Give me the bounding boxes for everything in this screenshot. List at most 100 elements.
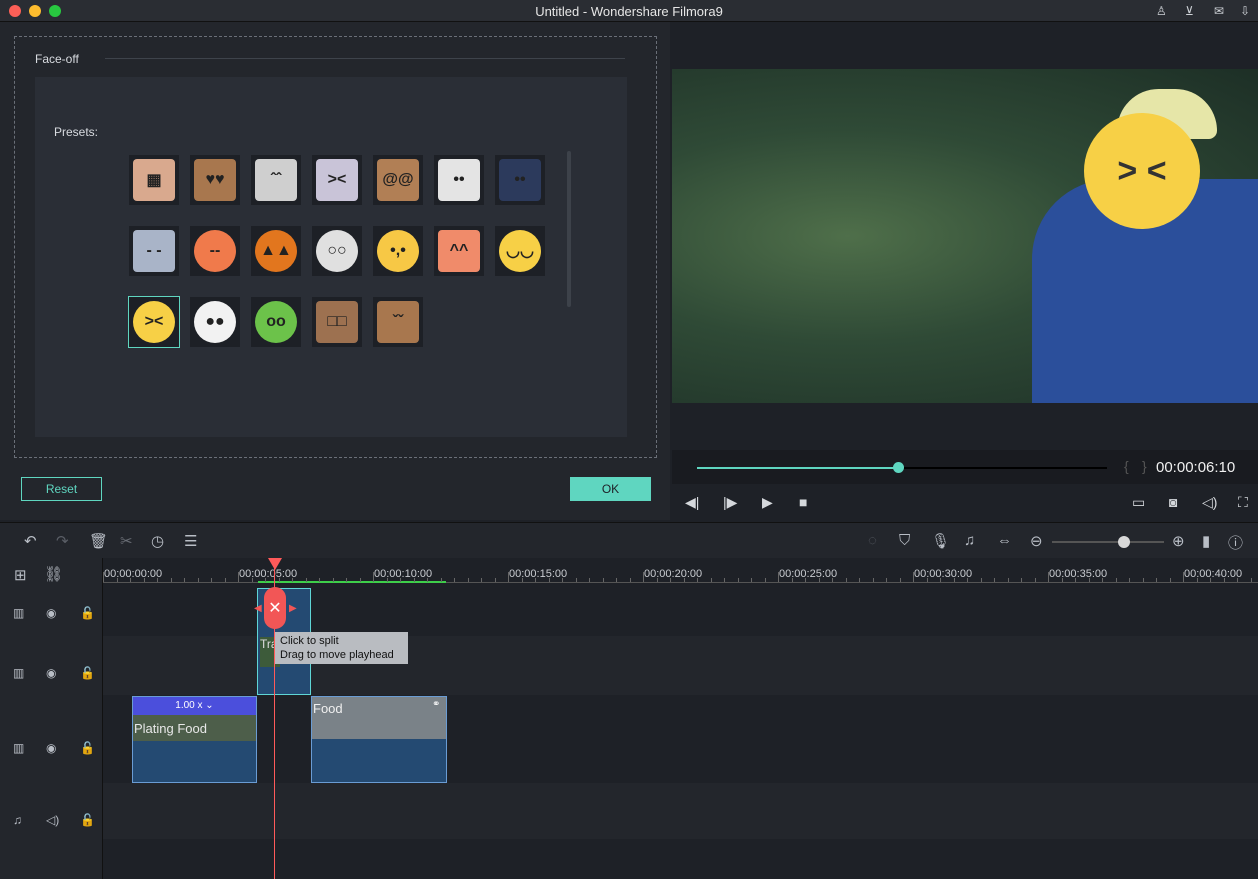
audio-track-icon[interactable]: ♫ <box>13 813 22 827</box>
mark-in-icon[interactable]: { <box>1124 458 1129 474</box>
visibility-icon[interactable]: ◉ <box>46 666 56 680</box>
zoom-in-icon[interactable]: ⊕ <box>1172 532 1185 550</box>
preset-box-frown[interactable]: ˇˇ <box>373 297 423 347</box>
lock-icon[interactable]: 🔓 <box>80 606 95 620</box>
stop-icon[interactable]: ■ <box>799 494 807 510</box>
visibility-icon[interactable]: ◉ <box>46 606 56 620</box>
track-headers: ⊞ ⛓ ▥ ◉ 🔓 ▥ ◉ 🔓 ▥ ◉ 🔓 ♫ ◁) 🔓 <box>0 558 103 879</box>
speed-badge[interactable]: 1.00 x ⌄ <box>133 697 256 715</box>
play-icon[interactable]: ▶ <box>762 494 773 511</box>
snapshot-icon[interactable]: ◙ <box>1169 494 1177 510</box>
ruler-tick <box>832 578 833 582</box>
ruler-tick <box>913 572 914 582</box>
link-icon[interactable]: ⛓ <box>44 565 63 583</box>
visibility-icon[interactable]: ◉ <box>46 741 56 755</box>
help-icon[interactable]: ⓘ <box>1228 532 1243 553</box>
speed-icon[interactable]: ◷ <box>151 532 164 550</box>
ruler-tick <box>980 578 982 582</box>
ruler-tick <box>616 578 617 582</box>
ruler-tick <box>683 578 685 582</box>
ruler-tick <box>467 578 469 582</box>
delete-icon[interactable]: 🗑 <box>89 532 108 550</box>
ruler-tick <box>818 578 820 582</box>
split-scissors-button[interactable]: ✕ <box>264 587 286 629</box>
timeline-toolbar: ↶ ↷ 🗑 ✂ ◷ ☰ ◌ ⛉ 🎙 ♫ ⇔ ⊖ ⊕ ▮ ⓘ <box>0 522 1258 558</box>
ruler-tick <box>724 578 725 582</box>
preset-box-zombie[interactable]: □□ <box>312 297 362 347</box>
audio-mixer-icon[interactable]: ♫ <box>964 532 975 549</box>
render-icon[interactable]: ◌ <box>868 532 877 549</box>
preset-cat-blue[interactable]: - - <box>129 226 179 276</box>
video-track-icon[interactable]: ▥ <box>13 666 24 680</box>
preset-panda[interactable]: ●● <box>190 297 240 347</box>
adjust-icon[interactable]: ☰ <box>184 532 197 550</box>
undo-icon[interactable]: ↶ <box>24 532 37 550</box>
cat-white-icon: •• <box>438 159 480 201</box>
preset-cat-angry[interactable]: >< <box>312 155 362 205</box>
ruler-tick <box>886 578 887 582</box>
cart-icon[interactable]: ⊻ <box>1185 4 1194 18</box>
ruler-tick <box>1021 578 1022 582</box>
preset-mosaic[interactable]: ▦ <box>129 155 179 205</box>
fit-timeline-icon[interactable]: ⇔ <box>997 532 1012 549</box>
prev-frame-icon[interactable]: ◀| <box>685 494 699 511</box>
ruler-tick <box>953 578 955 582</box>
speaker-icon[interactable]: ◁) <box>46 813 59 827</box>
cat-grey-icon: ˆˆ <box>255 159 297 201</box>
preset-pumpkin[interactable]: ▲▲ <box>251 226 301 276</box>
mail-icon[interactable]: ✉ <box>1214 4 1224 18</box>
cut-icon[interactable]: ✂ <box>120 532 133 550</box>
scrub-progress <box>697 467 898 469</box>
preset-laughing-face[interactable]: >< <box>128 296 180 348</box>
playhead-handle[interactable] <box>268 558 282 570</box>
zoom-out-icon[interactable]: ⊖ <box>1030 532 1043 550</box>
user-icon[interactable]: ♙ <box>1156 4 1167 18</box>
ruler-tick <box>548 578 550 582</box>
preset-sad-face[interactable]: •,• <box>373 226 423 276</box>
add-track-icon[interactable]: ⊞ <box>14 566 27 584</box>
timeline-zoom-slider[interactable] <box>1052 541 1164 543</box>
ruler-tick <box>130 578 131 582</box>
next-frame-icon[interactable]: |▶ <box>723 494 737 511</box>
volume-icon[interactable]: ◁) <box>1202 494 1217 511</box>
scrub-handle[interactable] <box>892 462 904 473</box>
preset-box-dizzy[interactable]: @@ <box>373 155 423 205</box>
preset-cat-white[interactable]: •• <box>434 155 484 205</box>
presets-area: Presets: ▦ ♥♥ ˆˆ >< @@ •• •• - - -- ▲▲ ○○ •,• ^^ ◡◡ ><… <box>35 77 627 437</box>
audio-meter-icon[interactable]: ▮ <box>1202 532 1210 550</box>
ruler-tick <box>494 578 496 582</box>
ruler-tick <box>440 578 442 582</box>
preset-angry-face[interactable]: -- <box>190 226 240 276</box>
ruler-tick <box>319 578 320 582</box>
lock-icon[interactable]: 🔓 <box>80 666 95 680</box>
ruler-tick <box>224 578 226 582</box>
ruler-tick <box>967 578 968 582</box>
microphone-icon[interactable]: 🎙 <box>931 532 950 550</box>
ruler-tick <box>589 578 590 582</box>
video-track-icon[interactable]: ▥ <box>13 741 24 755</box>
zoom-slider-handle[interactable] <box>1117 536 1130 548</box>
download-icon[interactable]: ⇩ <box>1240 4 1250 18</box>
marker-icon[interactable]: ⛉ <box>899 532 910 549</box>
presets-scrollbar[interactable] <box>567 151 571 307</box>
preset-husky[interactable]: •• <box>495 155 545 205</box>
reset-button[interactable]: Reset <box>21 477 102 501</box>
laughing-face-sticker[interactable]: > < <box>1084 113 1200 229</box>
preset-skull[interactable]: ○○ <box>312 226 362 276</box>
mark-out-icon[interactable]: } <box>1142 458 1147 474</box>
preset-box-heart-eyes[interactable]: ♥♥ <box>190 155 240 205</box>
lock-icon[interactable]: 🔓 <box>80 741 95 755</box>
redo-icon[interactable]: ↷ <box>56 532 69 550</box>
plating-food-clip[interactable]: 1.00 x ⌄ Plating Food <box>132 696 257 783</box>
preset-cat-grey[interactable]: ˆˆ <box>251 155 301 205</box>
preset-blush-face[interactable]: ◡◡ <box>495 226 545 276</box>
video-track-icon[interactable]: ▥ <box>13 606 24 620</box>
food-clip[interactable]: Food ⚭ <box>311 696 447 783</box>
lock-icon[interactable]: 🔓 <box>80 813 95 827</box>
display-settings-icon[interactable]: ▭ <box>1132 494 1145 511</box>
preset-fox[interactable]: ^^ <box>434 226 484 276</box>
fullscreen-icon[interactable]: ⛶ <box>1238 494 1248 511</box>
preset-frog[interactable]: oo <box>251 297 301 347</box>
ok-button[interactable]: OK <box>570 477 651 501</box>
face-off-frame: Face-off Presets: ▦ ♥♥ ˆˆ >< @@ •• •• - - -- ▲▲ ○○… <box>14 36 657 458</box>
